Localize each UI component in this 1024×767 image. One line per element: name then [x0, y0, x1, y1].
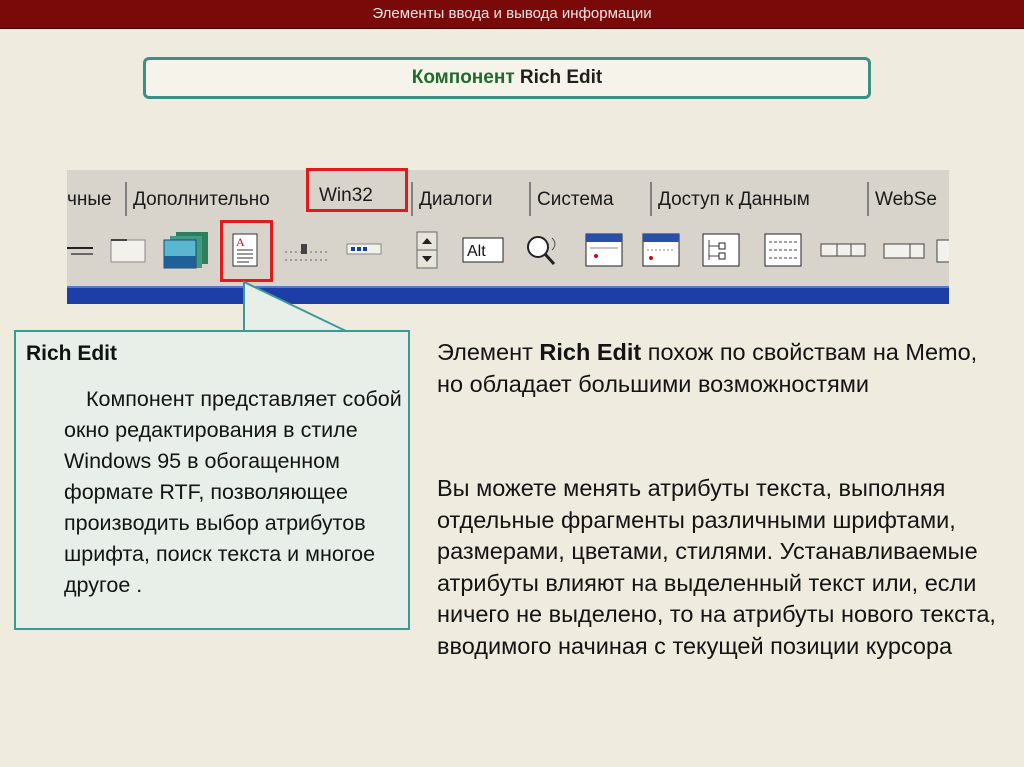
- description-paragraph-1: Элемент Rich Edit похож по свойствам на …: [437, 339, 978, 397]
- description-paragraph-2: Вы можете менять атрибуты текста, выполн…: [437, 475, 996, 659]
- callout-title: Rich Edit: [26, 342, 118, 365]
- richedit-callout: Rich Edit Компонент представляет собой о…: [14, 330, 410, 630]
- callout-body: Компонент представляет собой окно редакт…: [64, 387, 402, 597]
